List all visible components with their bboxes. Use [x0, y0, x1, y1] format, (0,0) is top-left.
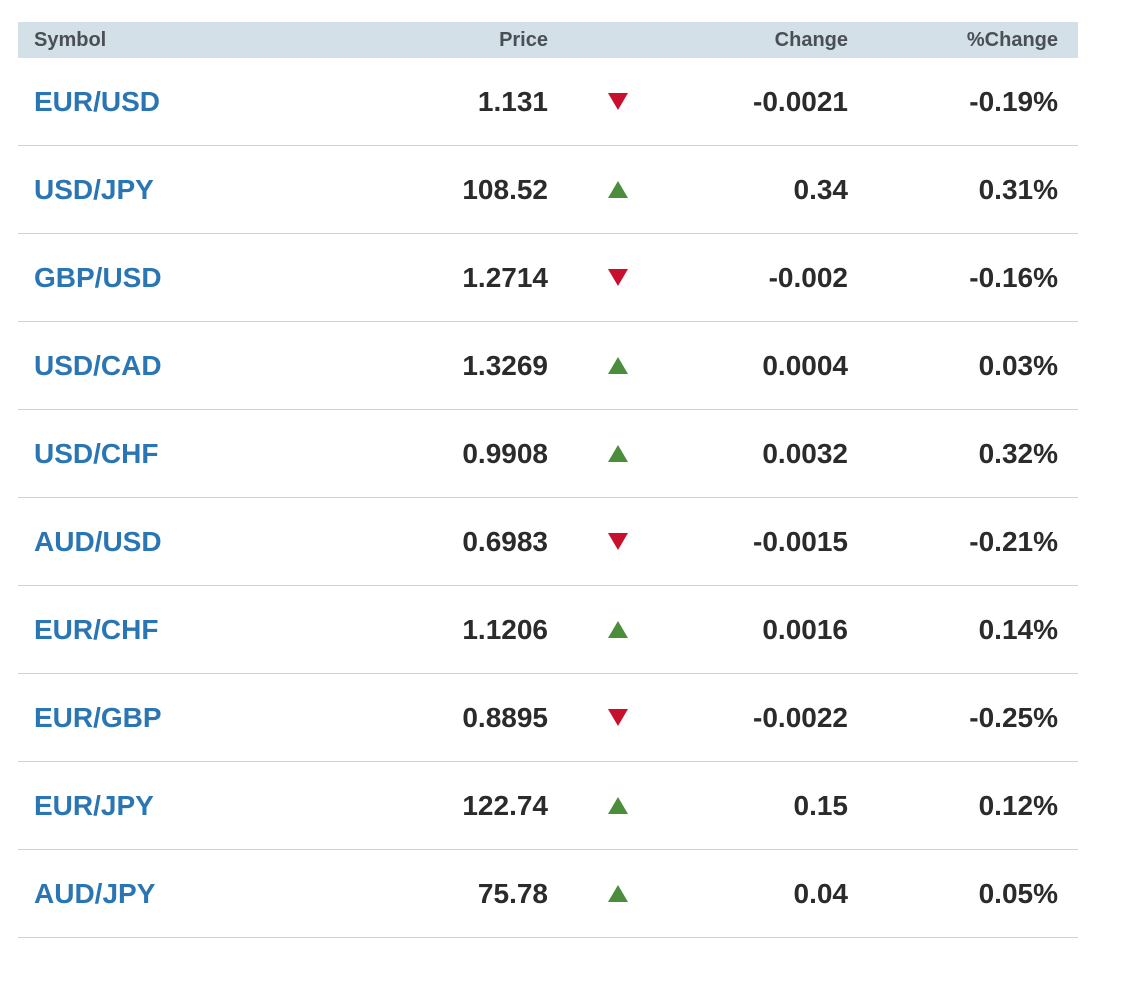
price-cell: 1.131	[477, 85, 548, 117]
table-row: EUR/USD 1.131 -0.0021 -0.19%	[18, 58, 1078, 146]
symbol-link[interactable]: EUR/JPY	[34, 790, 154, 821]
pct-change-cell: -0.25%	[969, 701, 1058, 733]
symbol-link[interactable]: USD/JPY	[34, 174, 154, 205]
change-cell: 0.34	[793, 173, 849, 205]
pct-change-cell: 0.05%	[978, 877, 1058, 909]
table-row: EUR/GBP 0.8895 -0.0022 -0.25%	[18, 674, 1078, 762]
table-row: USD/JPY 108.52 0.34 0.31%	[18, 146, 1078, 234]
symbol-cell: EUR/USD	[18, 86, 335, 118]
price-cell: 75.78	[477, 877, 548, 909]
pct-change-cell: -0.16%	[969, 261, 1058, 293]
header-change: Change	[774, 28, 848, 51]
symbol-link[interactable]: EUR/CHF	[34, 614, 158, 645]
change-cell: 0.15	[793, 789, 849, 821]
price-cell: 1.1206	[462, 613, 548, 645]
header-symbol: Symbol	[34, 28, 107, 51]
change-cell: 0.04	[793, 877, 849, 909]
symbol-cell: AUD/JPY	[18, 878, 335, 910]
price-cell: 1.3269	[462, 349, 548, 381]
down-arrow-icon	[608, 533, 628, 550]
symbol-cell: USD/CHF	[18, 438, 335, 470]
direction-cell	[548, 621, 688, 638]
symbol-cell: EUR/CHF	[18, 614, 335, 646]
pct-change-cell: -0.21%	[969, 525, 1058, 557]
symbol-link[interactable]: EUR/USD	[34, 86, 160, 117]
price-cell: 0.8895	[462, 701, 548, 733]
symbol-link[interactable]: AUD/USD	[34, 526, 162, 557]
table-row: USD/CAD 1.3269 0.0004 0.03%	[18, 322, 1078, 410]
change-cell: 0.0016	[762, 613, 848, 645]
symbol-cell: USD/CAD	[18, 350, 335, 382]
symbol-link[interactable]: USD/CHF	[34, 438, 158, 469]
pct-change-cell: -0.19%	[969, 85, 1058, 117]
direction-cell	[548, 357, 688, 374]
table-row: EUR/CHF 1.1206 0.0016 0.14%	[18, 586, 1078, 674]
table-row: AUD/USD 0.6983 -0.0015 -0.21%	[18, 498, 1078, 586]
pct-change-cell: 0.31%	[978, 173, 1058, 205]
change-cell: -0.0022	[753, 701, 848, 733]
header-pct-change: %Change	[966, 28, 1058, 51]
direction-cell	[548, 885, 688, 902]
price-cell: 1.2714	[462, 261, 548, 293]
up-arrow-icon	[608, 797, 628, 814]
symbol-cell: EUR/JPY	[18, 790, 335, 822]
pct-change-cell: 0.03%	[978, 349, 1058, 381]
symbol-link[interactable]: GBP/USD	[34, 262, 162, 293]
table-row: USD/CHF 0.9908 0.0032 0.32%	[18, 410, 1078, 498]
pct-change-cell: 0.14%	[978, 613, 1058, 645]
table-body: EUR/USD 1.131 -0.0021 -0.19% USD/JPY 108.52 0.…	[18, 58, 1078, 938]
up-arrow-icon	[608, 445, 628, 462]
table-row: EUR/JPY 122.74 0.15 0.12%	[18, 762, 1078, 850]
down-arrow-icon	[608, 709, 628, 726]
down-arrow-icon	[608, 93, 628, 110]
header-price: Price	[499, 28, 548, 51]
direction-cell	[548, 269, 688, 286]
symbol-link[interactable]: USD/CAD	[34, 350, 162, 381]
price-cell: 0.9908	[462, 437, 548, 469]
pct-change-cell: 0.32%	[978, 437, 1058, 469]
direction-cell	[548, 709, 688, 726]
change-cell: -0.0021	[753, 85, 848, 117]
table-header: Symbol Price Change %Change	[18, 22, 1078, 58]
change-cell: 0.0004	[762, 349, 848, 381]
symbol-cell: EUR/GBP	[18, 702, 335, 734]
symbol-cell: AUD/USD	[18, 526, 335, 558]
symbol-cell: GBP/USD	[18, 262, 335, 294]
change-cell: 0.0032	[762, 437, 848, 469]
direction-cell	[548, 445, 688, 462]
direction-cell	[548, 181, 688, 198]
symbol-cell: USD/JPY	[18, 174, 335, 206]
change-cell: -0.002	[768, 261, 848, 293]
down-arrow-icon	[608, 269, 628, 286]
symbol-link[interactable]: EUR/GBP	[34, 702, 162, 733]
direction-cell	[548, 533, 688, 550]
price-cell: 108.52	[462, 173, 548, 205]
up-arrow-icon	[608, 621, 628, 638]
direction-cell	[548, 797, 688, 814]
price-cell: 122.74	[462, 789, 548, 821]
change-cell: -0.0015	[753, 525, 848, 557]
up-arrow-icon	[608, 885, 628, 902]
direction-cell	[548, 93, 688, 110]
price-cell: 0.6983	[462, 525, 548, 557]
up-arrow-icon	[608, 357, 628, 374]
currency-quote-table: Symbol Price Change %Change EUR/USD 1.131…	[18, 22, 1078, 938]
pct-change-cell: 0.12%	[978, 789, 1058, 821]
up-arrow-icon	[608, 181, 628, 198]
table-row: GBP/USD 1.2714 -0.002 -0.16%	[18, 234, 1078, 322]
symbol-link[interactable]: AUD/JPY	[34, 878, 155, 909]
table-row: AUD/JPY 75.78 0.04 0.05%	[18, 850, 1078, 938]
